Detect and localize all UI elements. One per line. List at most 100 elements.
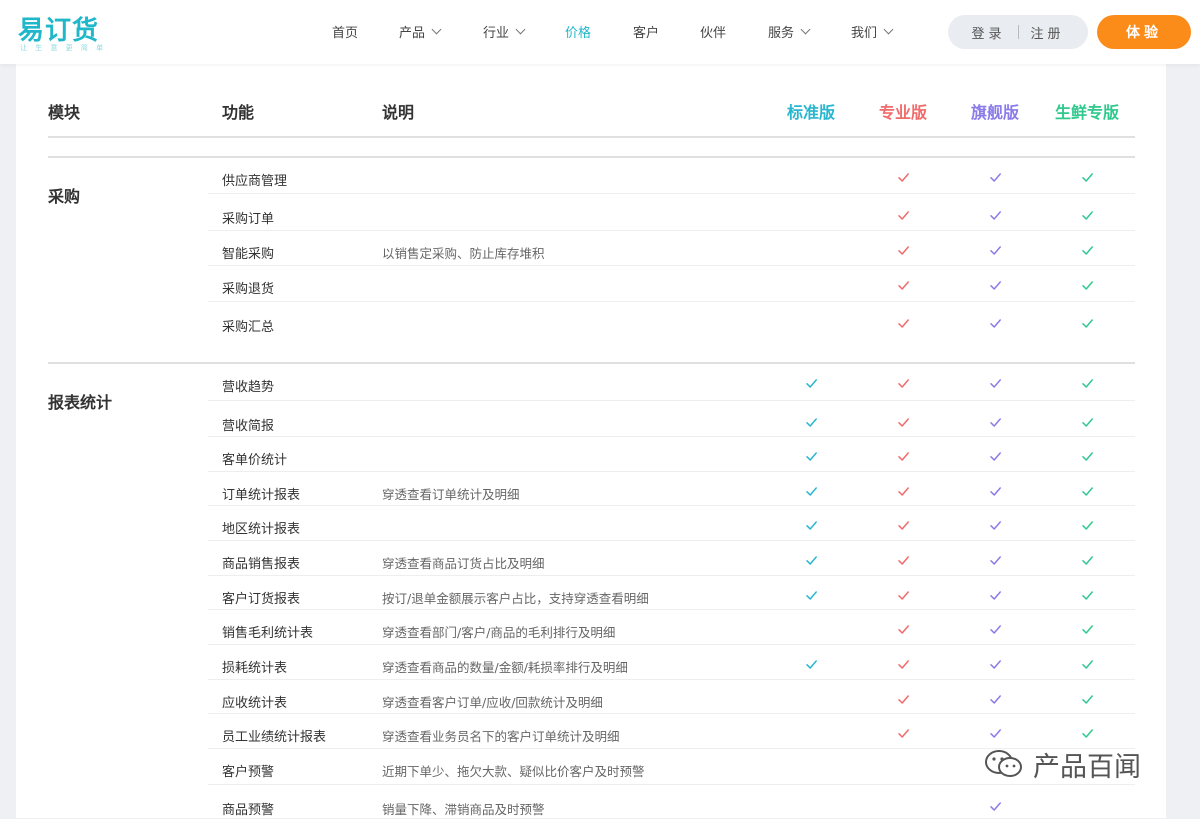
feature-name: 采购退货 (222, 282, 275, 297)
table-row: 营收趋势 (0, 376, 1200, 396)
check-icon (805, 377, 818, 390)
check-icon (897, 416, 910, 429)
column-header-feature: 功能 (222, 103, 255, 122)
row-divider (208, 230, 1135, 231)
row-divider (208, 784, 1135, 785)
check-icon (805, 519, 818, 532)
feature-description: 销量下降、滞销商品及时预警 (382, 802, 545, 817)
auth-buttons: 登录 注册 (948, 15, 1088, 49)
column-header-description: 说明 (382, 103, 415, 122)
feature-name: 客户预警 (222, 765, 275, 780)
row-divider (208, 540, 1135, 541)
row-divider (208, 609, 1135, 610)
check-icon (805, 658, 818, 671)
table-row: 供应商管理 (0, 170, 1200, 190)
feature-description: 以销售定采购、防止库存堆积 (382, 246, 545, 261)
header-divider (48, 136, 1135, 138)
column-header-module: 模块 (48, 103, 81, 122)
feature-description: 穿透查看商品的数量/金额/耗损率排行及明细 (382, 660, 628, 675)
check-icon (1081, 727, 1094, 740)
check-icon (989, 554, 1002, 567)
login-link[interactable]: 登录 (971, 23, 1005, 42)
row-divider (208, 644, 1135, 645)
wechat-icon (985, 750, 1022, 777)
table-row: 智能采购 以销售定采购、防止库存堆积 (0, 243, 1200, 263)
check-icon (1081, 450, 1094, 463)
check-icon (1081, 554, 1094, 567)
check-icon (1081, 658, 1094, 671)
check-icon (989, 416, 1002, 429)
feature-description: 穿透查看订单统计及明细 (382, 487, 520, 502)
check-icon (1081, 244, 1094, 257)
check-icon (805, 554, 818, 567)
feature-description: 近期下单少、拖欠大款、疑似比价客户及时预警 (382, 764, 645, 779)
check-icon (1081, 377, 1094, 390)
feature-name: 订单统计报表 (222, 488, 301, 503)
check-icon (897, 209, 910, 222)
nav-item[interactable]: 客户 (633, 22, 659, 41)
nav-item[interactable]: 价格 (565, 22, 591, 41)
table-row: 员工业绩统计报表 穿透查看业务员名下的客户订单统计及明细 (0, 726, 1200, 746)
check-icon (1081, 279, 1094, 292)
feature-name: 营收简报 (222, 419, 275, 434)
check-icon (989, 589, 1002, 602)
row-divider (208, 575, 1135, 576)
register-link[interactable]: 注册 (1031, 23, 1065, 42)
check-icon (805, 485, 818, 498)
chevron-down-icon (431, 24, 442, 35)
try-button[interactable]: 体验 (1097, 15, 1191, 49)
feature-name: 采购订单 (222, 212, 275, 227)
feature-name: 客户订货报表 (222, 592, 301, 607)
table-row: 应收统计表 穿透查看客户订单/应收/回款统计及明细 (0, 692, 1200, 712)
nav-item[interactable]: 伙伴 (700, 22, 726, 41)
nav-item[interactable]: 行业 (483, 22, 526, 41)
nav-item[interactable]: 首页 (332, 22, 358, 41)
check-icon (1081, 623, 1094, 636)
check-icon (897, 377, 910, 390)
row-divider (208, 193, 1135, 194)
check-icon (897, 171, 910, 184)
nav-item[interactable]: 我们 (851, 22, 894, 41)
nav-item[interactable]: 产品 (399, 22, 442, 41)
row-divider (208, 679, 1135, 680)
check-icon (989, 727, 1002, 740)
row-divider (208, 265, 1135, 266)
table-row: 采购汇总 (0, 316, 1200, 336)
table-row: 客户订货报表 按订/退单金额展示客户占比，支持穿透查看明细 (0, 588, 1200, 608)
check-icon (897, 279, 910, 292)
plan-header: 专业版 (878, 103, 927, 122)
check-icon (989, 485, 1002, 498)
check-icon (897, 317, 910, 330)
nav-item-label: 我们 (851, 26, 878, 41)
nav-item[interactable]: 服务 (768, 22, 811, 41)
check-icon (989, 658, 1002, 671)
check-icon (897, 623, 910, 636)
feature-description: 穿透查看业务员名下的客户订单统计及明细 (382, 729, 620, 744)
table-row: 损耗统计表 穿透查看商品的数量/金额/耗损率排行及明细 (0, 657, 1200, 677)
table-row: 销售毛利统计表 穿透查看部门/客户/商品的毛利排行及明细 (0, 622, 1200, 642)
chevron-down-icon (800, 24, 811, 35)
check-icon (1081, 485, 1094, 498)
feature-description: 穿透查看客户订单/应收/回款统计及明细 (382, 695, 603, 710)
check-icon (989, 171, 1002, 184)
check-icon (805, 416, 818, 429)
plan-header: 旗舰版 (970, 103, 1019, 122)
section-divider (48, 156, 1135, 158)
table-row: 采购订单 (0, 208, 1200, 228)
nav-item-label: 首页 (332, 26, 359, 41)
check-icon (897, 450, 910, 463)
section-divider (48, 362, 1135, 364)
nav-item-label: 价格 (565, 26, 592, 41)
table-row: 地区统计报表 (0, 518, 1200, 538)
plan-header: 生鲜专版 (1054, 103, 1119, 122)
check-icon (805, 450, 818, 463)
nav-item-label: 服务 (768, 26, 795, 41)
brand-logo[interactable]: 易订货 让 生 意 更 简 单 (18, 10, 128, 56)
table-row: 营收简报 (0, 415, 1200, 435)
check-icon (1081, 589, 1094, 602)
check-icon (989, 519, 1002, 532)
logo-text: 易订货 (18, 16, 100, 46)
check-icon (1081, 416, 1094, 429)
feature-name: 智能采购 (222, 247, 275, 262)
table-row: 采购退货 (0, 278, 1200, 298)
